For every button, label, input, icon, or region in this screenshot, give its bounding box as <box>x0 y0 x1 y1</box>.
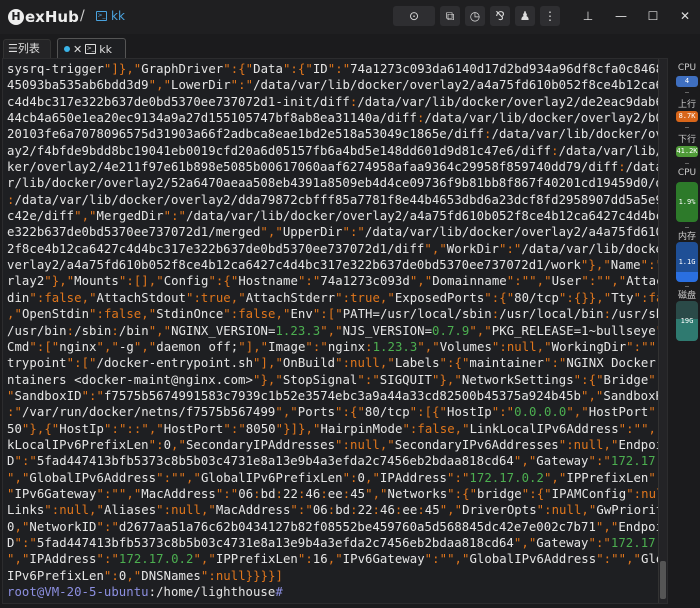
terminal-line: r/lib/docker/overlay2/52a6470aeaa508eb43… <box>7 176 668 191</box>
session-name: kk <box>111 9 125 23</box>
maximize-button[interactable]: ☐ <box>642 6 664 26</box>
disk-label: 磁盘 <box>677 291 696 301</box>
divider <box>685 92 689 93</box>
terminal-line: :/data/var/lib/docker/overlay2/dda79872c… <box>7 192 668 207</box>
user-button[interactable]: ♟ <box>515 6 535 26</box>
pin-button[interactable]: ⊥ <box>578 6 598 26</box>
title-bar: HexHub / >_ kk ⊙ ⧉ ◷ ⅋ ♟ ⋮ ⊥ — ☐ ✕ <box>0 0 700 34</box>
resource-monitor-sidebar: CPU 4 上行 8.7K 下行 41.2K CPU 1.9% 内存 1.1G … <box>674 36 700 608</box>
copy-window-button[interactable]: ⧉ <box>440 6 460 26</box>
terminal-line: D":"5fad447413bfb5373c8b5b03c4731e8a13e9… <box>7 454 667 469</box>
terminal-line: 2f8ce4b12ca6427c4d4bc317e322b637de0bd537… <box>7 241 667 256</box>
cpu-cores-label: CPU <box>677 63 697 73</box>
terminal-line: IPv6PrefixLen":0,"DNSNames":null}}}}] <box>7 568 283 583</box>
terminal-line: Links":null,"Aliases":null,"MacAddress":… <box>7 503 668 518</box>
terminal-line: ker/overlay2/4e211f97e61b898e5085b006170… <box>7 160 667 175</box>
cpu-usage-label: CPU <box>677 168 697 178</box>
terminal-line: ","IPAddress":"172.17.0.2","IPPrefixLen"… <box>7 552 667 567</box>
terminal-line: sysrq-trigger"]},"GraphDriver":{"Data":{… <box>7 62 668 76</box>
terminal-line: Cmd":["nginx","-g","daemon off;"],"Image… <box>7 339 667 354</box>
more-button[interactable]: ⋮ <box>540 6 560 26</box>
history-button[interactable]: ◷ <box>465 6 485 26</box>
logo-mark: H <box>8 9 24 25</box>
shell-prompt[interactable]: root@VM-20-5-ubuntu:/home/lighthouse# <box>7 584 667 600</box>
terminal-line: din":false,"AttachStdout":true,"AttachSt… <box>7 290 667 305</box>
tab-list[interactable]: ☰列表 <box>3 39 51 59</box>
divider <box>685 286 689 287</box>
terminal-line: 20103fe6a7078096575d31903a66f2adbca8eae1… <box>7 127 668 142</box>
terminal-line: rlay2"},"Mounts":[],"Config":{"Hostname"… <box>7 274 667 289</box>
terminal-line: c4d4bc317e322b637de0bd5370ee737072d1-ini… <box>7 94 668 109</box>
terminal-line: kLocalIPv6PrefixLen":0,"SecondaryIPAddre… <box>7 437 667 452</box>
download-badge: 41.2K <box>676 146 698 157</box>
transfer-button[interactable]: ⅋ <box>490 6 510 26</box>
history-icon: ◷ <box>469 9 481 23</box>
terminal-line: D":"5fad447413bfb5373c8b5b03c4731e8a13e9… <box>7 535 667 550</box>
prompt-user-host: root@VM-20-5-ubuntu <box>7 585 149 599</box>
memory-gauge: 1.1G <box>676 242 698 282</box>
disk-gauge: 19G <box>676 301 698 341</box>
download-button[interactable]: ⊙ <box>393 6 435 26</box>
cpu-cores-badge: 4 <box>676 76 698 87</box>
terminal-line: trypoint":["/docker-entrypoint.sh"],"OnB… <box>7 356 667 371</box>
close-button[interactable]: ✕ <box>674 6 696 26</box>
prompt-symbol: # <box>275 585 283 599</box>
minimize-button[interactable]: — <box>610 6 632 26</box>
prompt-path: :/home/lighthouse <box>148 585 276 599</box>
download-icon: ⊙ <box>408 9 420 23</box>
tab-bar: ☰列表 ✕ >_ kk >_ <box>0 36 700 59</box>
terminal-line: ,"OpenStdin":false,"StdinOnce":false,"En… <box>7 307 667 322</box>
tab-close-icon[interactable]: ✕ <box>73 40 82 59</box>
terminal-line: :"/var/run/docker/netns/f7575b567499","P… <box>7 405 667 420</box>
user-icon: ♟ <box>519 9 531 23</box>
terminal-line: "SandboxID":"f7575b5674991583c7939c1b52e… <box>7 388 667 403</box>
copy-window-icon: ⧉ <box>445 9 455 23</box>
connected-status-dot <box>64 46 70 52</box>
memory-label: 内存 <box>677 232 696 242</box>
app-logo: HexHub <box>8 8 79 26</box>
terminal-line: 44cb4a650e1ea20ec9134a9a27d155105747bf8a… <box>7 111 668 126</box>
pin-icon: ⊥ <box>582 9 594 23</box>
terminal-line: 50"},{"HostIp":"::","HostPort":"8050"}]}… <box>7 421 667 436</box>
terminal-line: ay2/f4bfde9bdd8bc19041eb0019cfd20a6d0515… <box>7 143 667 158</box>
terminal-icon: >_ <box>85 44 97 54</box>
tab-label: kk <box>99 42 112 56</box>
terminal-lines: sysrq-trigger"]},"GraphDriver":{"Data":{… <box>7 61 668 600</box>
scrollbar-thumb[interactable] <box>660 561 666 599</box>
breadcrumb-session[interactable]: >_ kk <box>96 9 125 23</box>
cpu-usage-gauge: 1.9% <box>676 182 698 222</box>
terminal-line: verlay2/a4a75fd610b052f8ce4b12ca6427c4d4… <box>7 258 667 273</box>
app-name: exHub <box>25 8 79 26</box>
terminal-line: "IPv6Gateway":"","MacAddress":"06:bd:22:… <box>7 486 668 501</box>
terminal-line: /usr/bin:/sbin:/bin","NGINX_VERSION=1.23… <box>7 323 667 338</box>
terminal-output[interactable]: sysrq-trigger"]},"GraphDriver":{"Data":{… <box>2 58 668 604</box>
terminal-line: 0,"NetworkID":"d2677aa51a76c62b0434127b8… <box>7 519 667 534</box>
terminal-line: ","GlobalIPv6Address":"","GlobalIPv6Pref… <box>7 470 667 485</box>
download-label: 下行 <box>677 135 696 145</box>
terminal-line: 45093ba535ab6bdd3d9","LowerDir":"/data/v… <box>7 78 668 93</box>
transfer-icon: ⅋ <box>495 9 505 23</box>
terminal-icon: >_ <box>96 11 107 21</box>
upload-label: 上行 <box>677 100 696 110</box>
upload-badge: 8.7K <box>676 111 698 122</box>
terminal-line: c42e/diff","MergedDir":"/data/var/lib/do… <box>7 209 668 224</box>
divider <box>685 127 689 128</box>
more-icon: ⋮ <box>544 9 556 23</box>
divider <box>685 227 689 228</box>
tab-kk[interactable]: ✕ >_ kk <box>57 38 126 59</box>
terminal-line: e322b637de0bd5370ee737072d1/merged","Upp… <box>7 225 668 240</box>
breadcrumb-separator: / <box>80 8 85 24</box>
terminal-scrollbar[interactable] <box>658 59 667 603</box>
terminal-line: ntainers <docker-maint@nginx.com>"},"Sto… <box>7 372 667 387</box>
divider <box>685 163 689 164</box>
